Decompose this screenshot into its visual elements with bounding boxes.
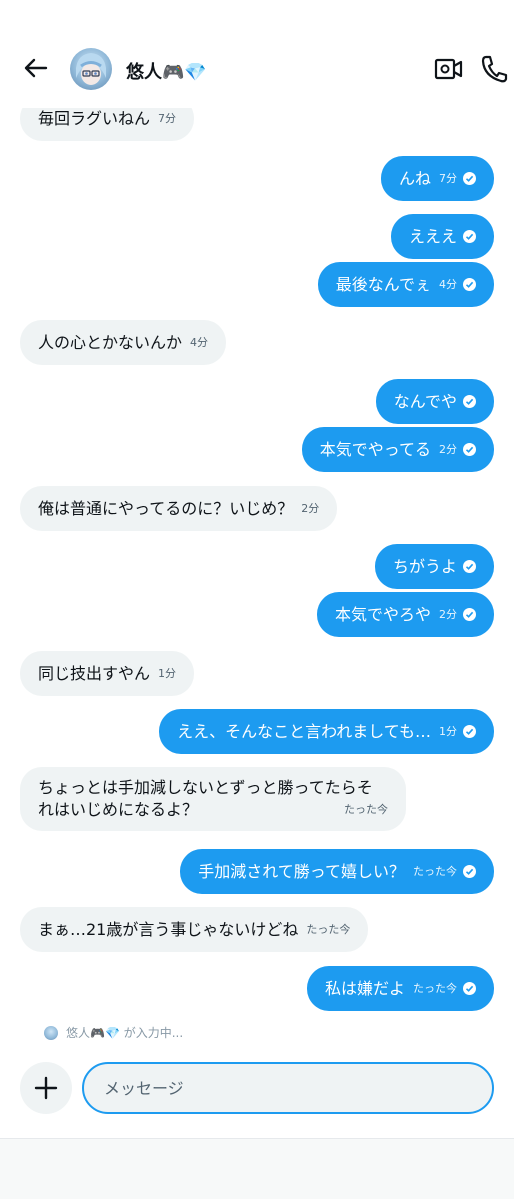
message-text: まぁ…21歳が言う事じゃないけどね <box>38 919 299 939</box>
avatar[interactable] <box>70 48 112 90</box>
message-time: 2分 <box>439 442 457 456</box>
message-bubble-incoming[interactable]: まぁ…21歳が言う事じゃないけどね たった今 <box>20 907 369 952</box>
read-check-icon <box>463 982 476 995</box>
message-text: 本気でやろや <box>334 604 431 624</box>
bottom-bar <box>0 1139 514 1199</box>
message-time: たった今 <box>413 981 457 995</box>
phone-icon <box>481 55 508 83</box>
message-text: 人の心とかないんか <box>38 332 183 352</box>
message-bubble-outgoing[interactable]: 本気でやってる 2分 <box>301 427 494 472</box>
message-text: 手加減されて勝って嬉しい？ <box>198 861 405 881</box>
message-bubble-outgoing[interactable]: なんでや <box>375 379 494 424</box>
message-text: 本気でやってる <box>319 439 431 459</box>
read-check-icon <box>463 865 476 878</box>
message-time: 4分 <box>190 335 209 349</box>
typing-avatar <box>44 1025 58 1040</box>
message-time: たった今 <box>306 922 351 936</box>
back-button[interactable] <box>18 50 54 86</box>
message-time: 7分 <box>439 171 457 185</box>
read-check-icon <box>463 395 476 408</box>
message-text: えええ <box>408 226 457 246</box>
read-check-icon <box>463 560 476 573</box>
message-bubble-outgoing[interactable]: 本気でやろや 2分 <box>316 592 494 637</box>
message-text: ええ、そんなこと言われましても… <box>177 721 431 741</box>
message-text: 俺は普通にやってるのに？いじめ？ <box>38 498 294 518</box>
message-time: 4分 <box>439 277 457 291</box>
message-time: たった今 <box>344 803 388 816</box>
video-icon <box>434 58 463 80</box>
message-bubble-incoming[interactable]: ちょっとは手加減しないとずっと勝ってたらそ れはいじめになるよ？ たった今 <box>20 767 406 831</box>
read-check-icon <box>463 230 476 243</box>
add-attachment-button[interactable] <box>20 1062 72 1114</box>
conversation-title[interactable]: 悠人🎮💎 <box>126 58 207 84</box>
message-text: なんでや <box>393 391 457 411</box>
message-bubble-outgoing[interactable]: ちがうよ <box>374 544 494 589</box>
read-check-icon <box>463 278 476 291</box>
message-bubble-incoming[interactable]: 俺は普通にやってるのに？いじめ？ 2分 <box>20 486 338 531</box>
message-input[interactable] <box>82 1062 494 1114</box>
message-time: 2分 <box>301 501 320 515</box>
typing-text: 悠人🎮💎 が入力中... <box>66 1026 184 1040</box>
message-bubble-incoming[interactable]: 同じ技出すやん 1分 <box>20 651 195 696</box>
message-time: 1分 <box>439 724 457 738</box>
message-text: 毎回ラグいねん <box>38 108 151 128</box>
message-bubble-incoming[interactable]: 人の心とかないんか 4分 <box>20 320 227 365</box>
message-text: 同じ技出すやん <box>38 663 151 683</box>
message-bubble-outgoing[interactable]: 最後なんでぇ 4分 <box>317 262 494 307</box>
read-check-icon <box>463 725 476 738</box>
voice-call-button[interactable] <box>480 54 508 84</box>
plus-icon <box>34 1076 58 1100</box>
message-bubble-outgoing[interactable]: んね 7分 <box>380 156 494 201</box>
conversation-header: 悠人🎮💎 <box>0 0 514 108</box>
video-call-button[interactable] <box>434 56 464 82</box>
typing-indicator: 悠人🎮💎 が入力中... <box>44 1024 183 1041</box>
message-bubble-outgoing[interactable]: 私は嫌だよ たった今 <box>306 966 494 1011</box>
message-bubble-outgoing[interactable]: えええ <box>390 214 494 259</box>
arrow-left-icon <box>24 58 48 78</box>
message-time: 1分 <box>158 666 177 680</box>
message-text: ちがうよ <box>392 556 457 576</box>
message-bubble-outgoing[interactable]: ええ、そんなこと言われましても… 1分 <box>159 709 494 754</box>
message-bubble-outgoing[interactable]: 手加減されて勝って嬉しい？ たった今 <box>180 849 494 894</box>
message-text: 最後なんでぇ <box>335 274 431 294</box>
message-text-line-2: れはいじめになるよ？ <box>38 800 199 819</box>
message-time: たった今 <box>413 864 457 878</box>
conversation: 毎回ラグいねん 7分 んね 7分 えええ 最後なんでぇ 4分 人の心とかないんか… <box>0 0 514 1050</box>
read-check-icon <box>463 443 476 456</box>
message-text-line-1: ちょっとは手加減しないとずっと勝ってたらそ <box>38 778 373 797</box>
message-time: 7分 <box>158 111 177 125</box>
read-check-icon <box>463 172 476 185</box>
message-text: んね <box>398 168 431 188</box>
read-check-icon <box>463 608 476 621</box>
message-text: 私は嫌だよ <box>324 978 405 998</box>
message-time: 2分 <box>439 607 457 621</box>
